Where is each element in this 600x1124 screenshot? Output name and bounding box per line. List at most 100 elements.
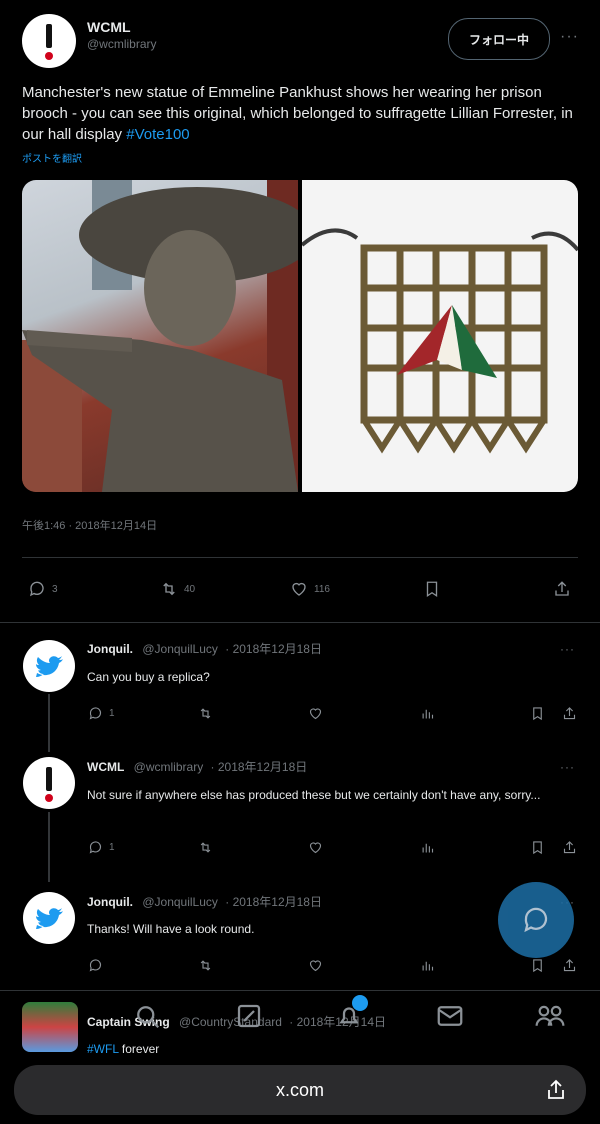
bookmark-action[interactable] bbox=[530, 840, 545, 855]
following-button[interactable]: フォロー中 bbox=[448, 18, 550, 60]
views-action[interactable] bbox=[420, 840, 435, 855]
more-options-icon[interactable]: ··· bbox=[560, 642, 575, 656]
share-icon bbox=[555, 581, 569, 596]
reply-author-name[interactable]: Jonquil. bbox=[87, 642, 133, 656]
bookmark-action[interactable] bbox=[530, 706, 545, 721]
share-icon bbox=[563, 707, 576, 720]
retweet-action[interactable] bbox=[198, 958, 213, 973]
reply-author-handle[interactable]: @JonquilLucy bbox=[142, 895, 218, 909]
reply-action[interactable]: 1 bbox=[88, 706, 115, 721]
share-icon bbox=[563, 841, 576, 854]
reply-date[interactable]: · 2018年12月18日 bbox=[225, 642, 322, 656]
share-action[interactable] bbox=[562, 958, 577, 973]
reply-author-name[interactable]: WCML bbox=[87, 760, 124, 774]
share-action[interactable] bbox=[562, 706, 577, 721]
reply-action[interactable] bbox=[88, 958, 103, 973]
tweet-body: Manchester's new statue of Emmeline Pank… bbox=[22, 84, 573, 143]
statue-photo[interactable] bbox=[22, 180, 315, 492]
notification-badge bbox=[352, 995, 368, 1011]
reply-header: WCML @wcmlibrary · 2018年12月18日 bbox=[87, 758, 307, 775]
reply-date[interactable]: · 2018年12月18日 bbox=[211, 760, 308, 774]
more-options-icon[interactable]: ··· bbox=[560, 760, 575, 774]
bookmark-icon bbox=[533, 841, 542, 855]
jonquil-avatar[interactable] bbox=[23, 640, 75, 692]
reply-author-name[interactable]: Jonquil. bbox=[87, 895, 133, 909]
section-divider bbox=[0, 622, 600, 623]
reply-text: Thanks! Will have a look round. bbox=[87, 922, 255, 936]
retweet-icon bbox=[200, 708, 211, 719]
reply-icon bbox=[89, 707, 102, 720]
views-action[interactable] bbox=[420, 958, 435, 973]
brooch-photo[interactable] bbox=[300, 180, 578, 492]
retweet-count: 40 bbox=[184, 583, 196, 595]
bookmark-icon bbox=[533, 959, 542, 973]
tweet-text: Manchester's new statue of Emmeline Pank… bbox=[22, 82, 582, 145]
divider bbox=[22, 557, 578, 558]
communities-icon[interactable] bbox=[533, 1001, 567, 1031]
reply-author-handle[interactable]: @wcmlibrary bbox=[134, 760, 204, 774]
author-name[interactable]: WCML bbox=[87, 19, 131, 35]
thread-line bbox=[48, 812, 50, 882]
share-icon[interactable] bbox=[544, 1078, 568, 1102]
search-icon[interactable] bbox=[132, 1001, 162, 1031]
mail-icon[interactable] bbox=[435, 1001, 465, 1031]
reply-header: Jonquil. @JonquilLucy · 2018年12月18日 bbox=[87, 893, 322, 910]
twitter-bird-icon bbox=[36, 656, 63, 677]
compose-icon[interactable] bbox=[234, 1001, 264, 1031]
reply-count: 1 bbox=[109, 842, 115, 853]
bookmark-action[interactable] bbox=[530, 958, 545, 973]
views-icon bbox=[422, 961, 434, 971]
retweet-icon bbox=[200, 842, 211, 853]
like-action[interactable] bbox=[308, 840, 323, 855]
heart-icon bbox=[309, 708, 322, 720]
like-action[interactable]: 116 bbox=[290, 580, 330, 598]
wcml-avatar[interactable] bbox=[23, 757, 75, 809]
heart-icon bbox=[292, 582, 306, 596]
reply-text: Can you buy a replica? bbox=[87, 670, 210, 684]
tweet-media[interactable] bbox=[22, 180, 578, 492]
browser-address-bar[interactable]: x.com bbox=[14, 1065, 586, 1115]
retweet-action[interactable] bbox=[198, 840, 213, 855]
exclamation-dot bbox=[45, 794, 53, 802]
reply-text: Not sure if anywhere else has produced t… bbox=[87, 788, 541, 802]
reply-count: 3 bbox=[52, 583, 58, 595]
more-options-icon[interactable]: ··· bbox=[560, 28, 579, 46]
like-count: 116 bbox=[314, 583, 330, 595]
thread-line bbox=[48, 694, 50, 752]
floating-reply-button[interactable] bbox=[498, 882, 574, 958]
bookmark-action[interactable] bbox=[423, 580, 441, 598]
retweet-action[interactable]: 40 bbox=[160, 580, 195, 598]
tweet-timestamp[interactable]: 午後1:46 · 2018年12月14日 bbox=[22, 517, 157, 533]
share-action[interactable] bbox=[562, 840, 577, 855]
like-action[interactable] bbox=[308, 706, 323, 721]
bookmark-icon bbox=[426, 581, 438, 598]
reply-author-handle[interactable]: @JonquilLucy bbox=[142, 642, 218, 656]
exclamation-icon bbox=[46, 767, 52, 791]
retweet-action[interactable] bbox=[198, 706, 213, 721]
twitter-bird-icon bbox=[36, 908, 63, 929]
jonquil-avatar[interactable] bbox=[23, 892, 75, 944]
retweet-icon bbox=[200, 960, 211, 971]
views-action[interactable] bbox=[420, 706, 435, 721]
share-action[interactable] bbox=[553, 580, 571, 598]
reply-icon bbox=[89, 959, 102, 972]
wcml-avatar[interactable] bbox=[22, 14, 76, 68]
retweet-icon bbox=[163, 582, 175, 596]
reply-icon bbox=[524, 907, 548, 933]
reply-count: 1 bbox=[109, 708, 115, 719]
views-icon bbox=[422, 709, 434, 719]
url-text[interactable]: x.com bbox=[276, 1080, 324, 1101]
heart-icon bbox=[309, 960, 322, 972]
hashtag-link[interactable]: #Vote100 bbox=[126, 126, 189, 143]
author-handle[interactable]: @wcmlibrary bbox=[87, 37, 157, 51]
reply-action[interactable]: 3 bbox=[28, 580, 58, 598]
reply-date[interactable]: · 2018年12月18日 bbox=[225, 895, 322, 909]
statue-illustration bbox=[22, 180, 315, 492]
reply-icon bbox=[89, 841, 102, 854]
translate-post-link[interactable]: ポストを翻訳 bbox=[22, 150, 82, 165]
like-action[interactable] bbox=[308, 958, 323, 973]
views-icon bbox=[422, 843, 434, 853]
portcullis-brooch-illustration bbox=[300, 228, 578, 454]
reply-icon bbox=[29, 581, 44, 597]
reply-action[interactable]: 1 bbox=[88, 840, 115, 855]
